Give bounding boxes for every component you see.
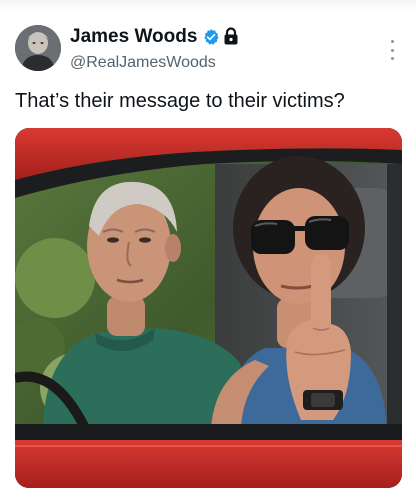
more-options-icon[interactable]: [387, 40, 397, 60]
avatar[interactable]: [15, 25, 61, 71]
tweet-text: That’s their message to their victims?: [15, 90, 345, 112]
display-name[interactable]: James Woods: [70, 26, 197, 48]
tweet[interactable]: James Woods @RealJamesWoods That’s their…: [0, 0, 416, 500]
verified-badge-icon: [204, 29, 219, 45]
handle[interactable]: @RealJamesWoods: [70, 53, 216, 73]
lock-icon: [224, 27, 238, 45]
tweet-photo[interactable]: [15, 128, 402, 488]
